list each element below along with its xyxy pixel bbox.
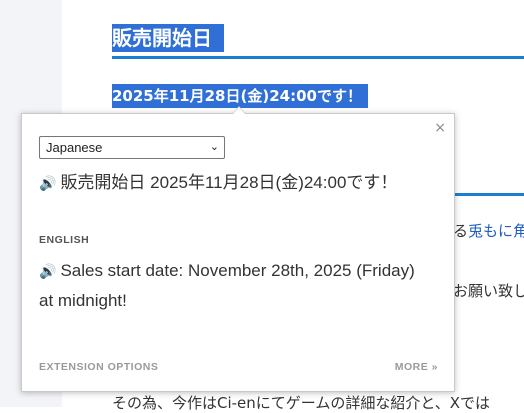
section-heading: 販売開始日 bbox=[112, 24, 224, 52]
chevron-down-icon: ⌄ bbox=[209, 141, 219, 153]
popup-pointer bbox=[232, 106, 246, 114]
language-select[interactable]: Japanese ⌄ bbox=[39, 136, 225, 159]
extension-options-link[interactable]: EXTENSION OPTIONS bbox=[39, 361, 158, 373]
target-language-label: ENGLISH bbox=[39, 234, 90, 246]
body-text-fragment: る bbox=[453, 222, 469, 240]
body-text-line: その為、今作はCi-enにてゲームの詳細な紹介と、Xでは bbox=[112, 394, 491, 412]
speaker-icon[interactable]: 🔊 bbox=[39, 263, 56, 279]
source-text-block: 🔊 販売開始日 2025年11月28日(金)24:00です！ bbox=[39, 168, 409, 198]
translation-text-block: 🔊 Sales start date: November 28th, 2025 (… bbox=[39, 256, 419, 316]
section-rule bbox=[455, 193, 524, 196]
source-text: 販売開始日 2025年11月28日(金)24:00です！ bbox=[60, 173, 398, 192]
speaker-icon[interactable]: 🔊 bbox=[39, 175, 56, 191]
translation-text: Sales start date: November 28th, 2025 (F… bbox=[39, 261, 415, 310]
translation-popup: × Japanese ⌄ 🔊 販売開始日 2025年11月28日(金)24:00で… bbox=[21, 113, 455, 392]
sale-date-text: 2025年11月28日(金)24:00です！ bbox=[112, 84, 368, 108]
body-link[interactable]: 兎もに角 bbox=[468, 222, 524, 240]
close-icon[interactable]: × bbox=[434, 120, 446, 136]
body-text-line: お願い致し bbox=[453, 282, 524, 300]
more-link[interactable]: MORE » bbox=[395, 361, 438, 373]
heading-rule bbox=[112, 56, 524, 59]
body-text-line: る兎もに角 bbox=[453, 220, 524, 241]
language-select-value: Japanese bbox=[46, 140, 103, 155]
